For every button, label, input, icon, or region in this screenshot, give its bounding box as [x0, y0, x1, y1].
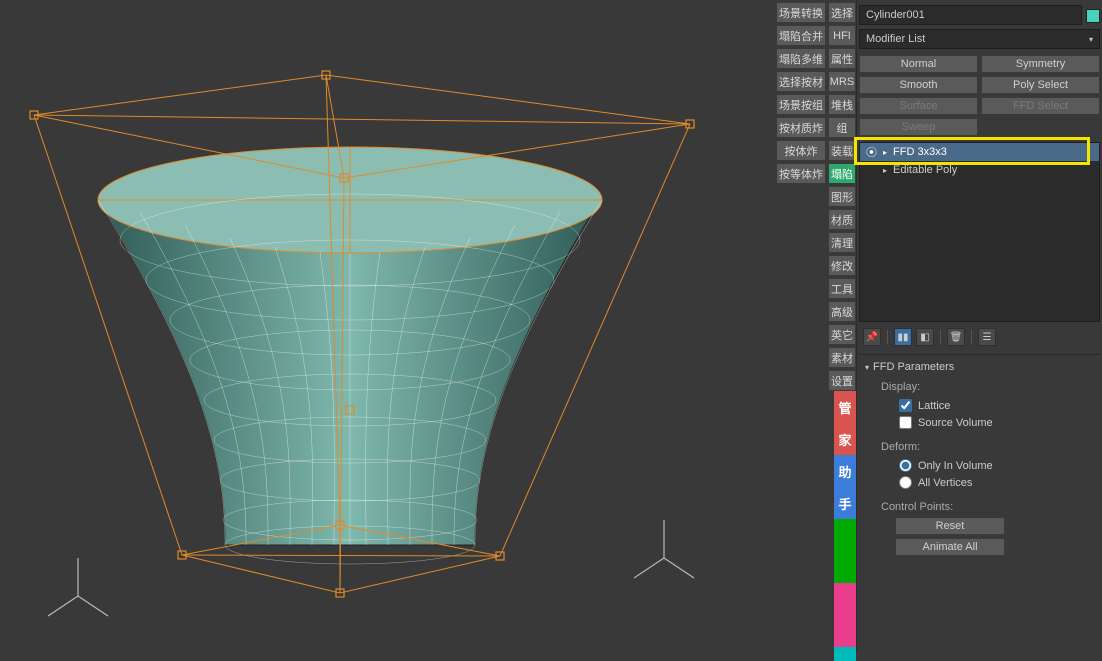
- stack-ffd[interactable]: ⦿ ▸ FFD 3x3x3: [860, 143, 1099, 161]
- display-label: Display:: [863, 381, 1096, 393]
- toolbox: 场景转换选择 塌陷合并HFI 塌陷多维属性 选择按材MRS 场景按组堆栈 按材质…: [776, 0, 856, 391]
- tool-clean[interactable]: 清理: [828, 232, 856, 253]
- all-vertices-radio[interactable]: [899, 476, 912, 489]
- tablet-teal[interactable]: [834, 647, 856, 661]
- control-points-label: Control Points:: [863, 501, 1096, 513]
- stack-item-label: Editable Poly: [893, 164, 957, 176]
- animate-all-button[interactable]: Animate All: [895, 538, 1005, 556]
- mod-poly-select[interactable]: Poly Select: [981, 76, 1100, 94]
- make-unique-icon[interactable]: ◧: [916, 328, 934, 346]
- tablet-help-1[interactable]: 助: [834, 455, 856, 487]
- viewport[interactable]: [0, 0, 776, 651]
- tool-assets[interactable]: 素材: [828, 347, 856, 368]
- tool-modify[interactable]: 修改: [828, 255, 856, 276]
- modify-panel: Modifier List Normal Symmetry Smooth Pol…: [856, 0, 1102, 651]
- tool-load[interactable]: 装载: [828, 140, 856, 161]
- only-in-volume-radio[interactable]: [899, 459, 912, 472]
- tool-collapse-merge[interactable]: 塌陷合并: [776, 25, 826, 46]
- expand-icon[interactable]: ▸: [883, 148, 887, 157]
- mod-smooth[interactable]: Smooth: [859, 76, 978, 94]
- tool-tools[interactable]: 工具: [828, 278, 856, 299]
- modifier-list-dropdown[interactable]: Modifier List: [859, 29, 1100, 49]
- configure-sets-icon[interactable]: ☰: [978, 328, 996, 346]
- mod-normal[interactable]: Normal: [859, 55, 978, 73]
- modifier-stack[interactable]: ⦿ ▸ FFD 3x3x3 ▸ Editable Poly: [859, 142, 1100, 322]
- reset-button[interactable]: Reset: [895, 517, 1005, 535]
- tablet-help-2[interactable]: 手: [834, 487, 856, 519]
- source-volume-label: Source Volume: [918, 417, 993, 429]
- tool-collapse-multi[interactable]: 塌陷多维: [776, 48, 826, 69]
- tool-scene-by-group[interactable]: 场景按组: [776, 94, 826, 115]
- all-vertices-label: All Vertices: [918, 477, 972, 489]
- tablet-green-2[interactable]: [834, 551, 856, 583]
- object-color-swatch[interactable]: [1086, 9, 1100, 23]
- show-result-icon[interactable]: ▮▮: [894, 328, 912, 346]
- pin-icon[interactable]: 📌: [863, 328, 881, 346]
- mod-ffd-select[interactable]: FFD Select: [981, 97, 1100, 115]
- tablet-pink-1[interactable]: [834, 583, 856, 615]
- tool-collapse[interactable]: 塌陷: [828, 163, 856, 184]
- tool-group[interactable]: 组: [828, 117, 856, 138]
- tool-shape[interactable]: 图形: [828, 186, 856, 207]
- source-volume-checkbox[interactable]: [899, 416, 912, 429]
- tool-explode-by-mat[interactable]: 按材质炸: [776, 117, 826, 138]
- rollout-header[interactable]: FFD Parameters: [863, 359, 1096, 379]
- tool-material[interactable]: 材质: [828, 209, 856, 230]
- remove-modifier-icon[interactable]: 🗑: [947, 328, 965, 346]
- tool-scene-convert[interactable]: 场景转换: [776, 2, 826, 23]
- tool-props[interactable]: 属性: [828, 48, 856, 69]
- tablets: 管 家 助 手: [834, 391, 856, 661]
- mod-surface[interactable]: Surface: [859, 97, 978, 115]
- tool-select[interactable]: 选择: [828, 2, 856, 23]
- stack-item-label: FFD 3x3x3: [893, 146, 947, 158]
- modifier-shortcuts: Normal Symmetry Smooth Poly Select Surfa…: [859, 55, 1100, 136]
- stack-editable-poly[interactable]: ▸ Editable Poly: [860, 161, 1099, 179]
- lattice-label: Lattice: [918, 400, 950, 412]
- ffd-parameters-rollout: FFD Parameters Display: Lattice Source V…: [859, 354, 1100, 563]
- visibility-icon[interactable]: ⦿: [866, 144, 877, 160]
- lattice-checkbox[interactable]: [899, 399, 912, 412]
- tool-select-by-mat[interactable]: 选择按材: [776, 71, 826, 92]
- tool-mrs[interactable]: MRS: [828, 71, 856, 92]
- expand-icon[interactable]: ▸: [883, 166, 887, 175]
- tool-hfi[interactable]: HFI: [828, 25, 856, 46]
- tool-settings[interactable]: 设置: [828, 370, 856, 391]
- tool-other[interactable]: 英它: [828, 324, 856, 345]
- mod-sweep[interactable]: Sweep: [859, 118, 978, 136]
- object-name-field[interactable]: [859, 5, 1082, 25]
- tool-advanced[interactable]: 高级: [828, 301, 856, 322]
- tool-stack[interactable]: 堆栈: [828, 94, 856, 115]
- tool-explode-by-equal[interactable]: 按等体炸: [776, 163, 826, 184]
- only-in-volume-label: Only In Volume: [918, 460, 993, 472]
- tool-explode-by-body[interactable]: 按体炸: [776, 140, 826, 161]
- tablet-pink-2[interactable]: [834, 615, 856, 647]
- mod-symmetry[interactable]: Symmetry: [981, 55, 1100, 73]
- tablet-manage-2[interactable]: 家: [834, 423, 856, 455]
- deform-label: Deform:: [863, 441, 1096, 453]
- tablet-green-1[interactable]: [834, 519, 856, 551]
- stack-tools: 📌 ▮▮ ◧ 🗑 ☰: [859, 326, 1100, 354]
- tablet-manage-1[interactable]: 管: [834, 391, 856, 423]
